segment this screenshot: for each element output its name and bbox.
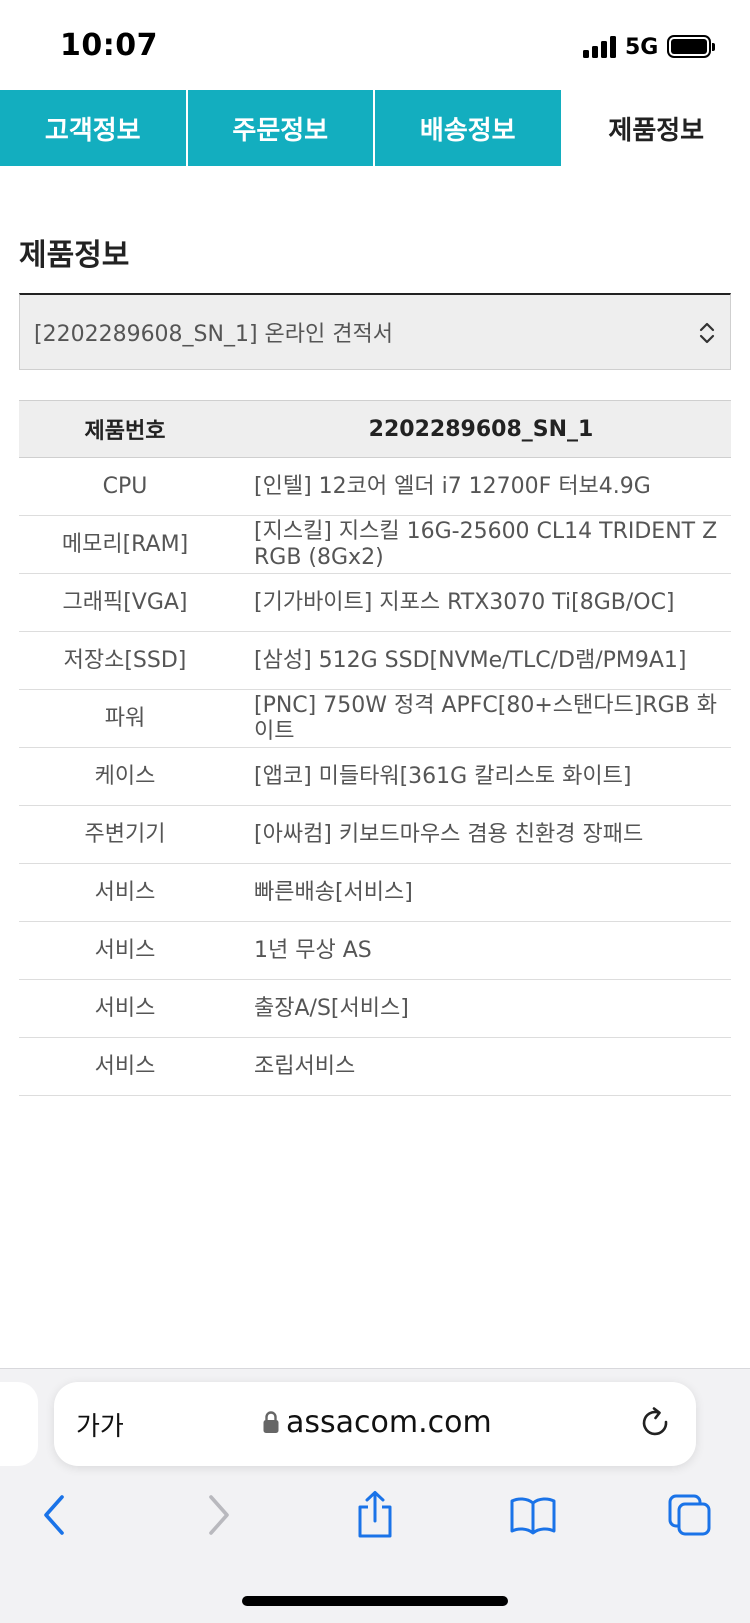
tabs-icon: [668, 1494, 711, 1536]
header-product-number: 2202289608_SN_1: [231, 400, 731, 458]
spec-label: 메모리[RAM]: [19, 515, 231, 574]
spec-value: [인텔] 12코어 엘더 i7 12700F 터보4.9G: [231, 457, 731, 516]
spec-value: 1년 무상 AS: [231, 921, 731, 980]
spec-value: 빠른배송[서비스]: [231, 863, 731, 922]
quote-select-value: [2202289608_SN_1] 온라인 견적서: [34, 322, 393, 347]
spec-value: [삼성] 512G SSD[NVMe/TLC/D램/PM9A1]: [231, 631, 731, 690]
url-text: assacom.com: [286, 1404, 492, 1440]
spec-value: [앱코] 미들타워[361G 칼리스토 화이트]: [231, 747, 731, 806]
chevron-left-icon: [44, 1495, 64, 1535]
chevron-right-icon: [209, 1495, 229, 1535]
previous-tab-address-bar[interactable]: [0, 1382, 38, 1466]
browser-nav-bar: [0, 1485, 750, 1545]
spec-value: 출장A/S[서비스]: [231, 979, 731, 1038]
spec-value: 조립서비스: [231, 1037, 731, 1096]
screen: 10:07 5G 고객정보 주문정보 배송정보 제품정보 제품정보 [22022…: [0, 0, 750, 1623]
info-tabs: 고객정보 주문정보 배송정보 제품정보: [0, 90, 750, 166]
spec-table: 제품번호 2202289608_SN_1 CPU [인텔] 12코어 엘더 i7…: [19, 400, 731, 1096]
table-row: 주변기기 [아싸컴] 키보드마우스 겸용 친환경 장패드: [19, 805, 731, 864]
tab-order-info[interactable]: 주문정보: [187, 90, 375, 166]
home-indicator: [242, 1596, 508, 1606]
spec-value: [PNC] 750W 정격 APFC[80+스탠다드]RGB 화이트: [231, 689, 731, 748]
status-bar: 10:07 5G: [0, 0, 750, 90]
text-size-button[interactable]: 가가: [76, 1406, 124, 1443]
tab-product-info[interactable]: 제품정보: [562, 90, 750, 166]
bookmarks-button[interactable]: [503, 1485, 563, 1545]
spec-value: [기가바이트] 지포스 RTX3070 Ti[8GB/OC]: [231, 573, 731, 632]
section-title: 제품정보: [19, 238, 130, 273]
table-row: 서비스 출장A/S[서비스]: [19, 979, 731, 1038]
table-row: 메모리[RAM] [지스킬] 지스킬 16G-25600 CL14 TRIDEN…: [19, 515, 731, 574]
network-type: 5G: [625, 35, 659, 60]
quote-select[interactable]: [2202289608_SN_1] 온라인 견적서: [19, 293, 731, 370]
spec-label: 그래픽[VGA]: [19, 573, 231, 632]
spec-label: 저장소[SSD]: [19, 631, 231, 690]
reload-icon[interactable]: [638, 1406, 674, 1442]
table-row: 서비스 조립서비스: [19, 1037, 731, 1096]
spec-label: 서비스: [19, 863, 231, 922]
tab-customer-info[interactable]: 고객정보: [0, 90, 188, 166]
spec-label: 케이스: [19, 747, 231, 806]
table-row: 서비스 1년 무상 AS: [19, 921, 731, 980]
spec-value: [아싸컴] 키보드마우스 겸용 친환경 장패드: [231, 805, 731, 864]
spec-label: 서비스: [19, 921, 231, 980]
status-time: 10:07: [60, 28, 158, 63]
table-row: 저장소[SSD] [삼성] 512G SSD[NVMe/TLC/D램/PM9A1…: [19, 631, 731, 690]
spec-table-header-row: 제품번호 2202289608_SN_1: [19, 400, 731, 458]
spec-label: 서비스: [19, 1037, 231, 1096]
share-icon: [358, 1491, 392, 1538]
lock-icon: [263, 1411, 279, 1433]
battery-icon: [667, 35, 715, 58]
share-button[interactable]: [345, 1485, 405, 1545]
spec-value: [지스킬] 지스킬 16G-25600 CL14 TRIDENT Z RGB (…: [231, 515, 731, 574]
spec-label: 주변기기: [19, 805, 231, 864]
spec-label: 서비스: [19, 979, 231, 1038]
spec-label: CPU: [19, 457, 231, 516]
address-bar[interactable]: 가가 assacom.com: [54, 1382, 696, 1466]
table-row: CPU [인텔] 12코어 엘더 i7 12700F 터보4.9G: [19, 457, 731, 516]
table-row: 그래픽[VGA] [기가바이트] 지포스 RTX3070 Ti[8GB/OC]: [19, 573, 731, 632]
table-row: 파워 [PNC] 750W 정격 APFC[80+스탠다드]RGB 화이트: [19, 689, 731, 748]
table-row: 케이스 [앱코] 미들타워[361G 칼리스토 화이트]: [19, 747, 731, 806]
table-row: 서비스 빠른배송[서비스]: [19, 863, 731, 922]
forward-button[interactable]: [188, 1485, 248, 1545]
tab-shipping-info[interactable]: 배송정보: [375, 90, 563, 166]
chevron-up-down-icon: [699, 322, 715, 344]
book-icon: [510, 1497, 556, 1535]
cellular-signal-icon: [583, 36, 619, 58]
url-display[interactable]: assacom.com: [262, 1402, 492, 1442]
back-button[interactable]: [25, 1485, 85, 1545]
tabs-button[interactable]: [660, 1485, 720, 1545]
spec-label: 파워: [19, 689, 231, 748]
header-label: 제품번호: [19, 400, 231, 458]
